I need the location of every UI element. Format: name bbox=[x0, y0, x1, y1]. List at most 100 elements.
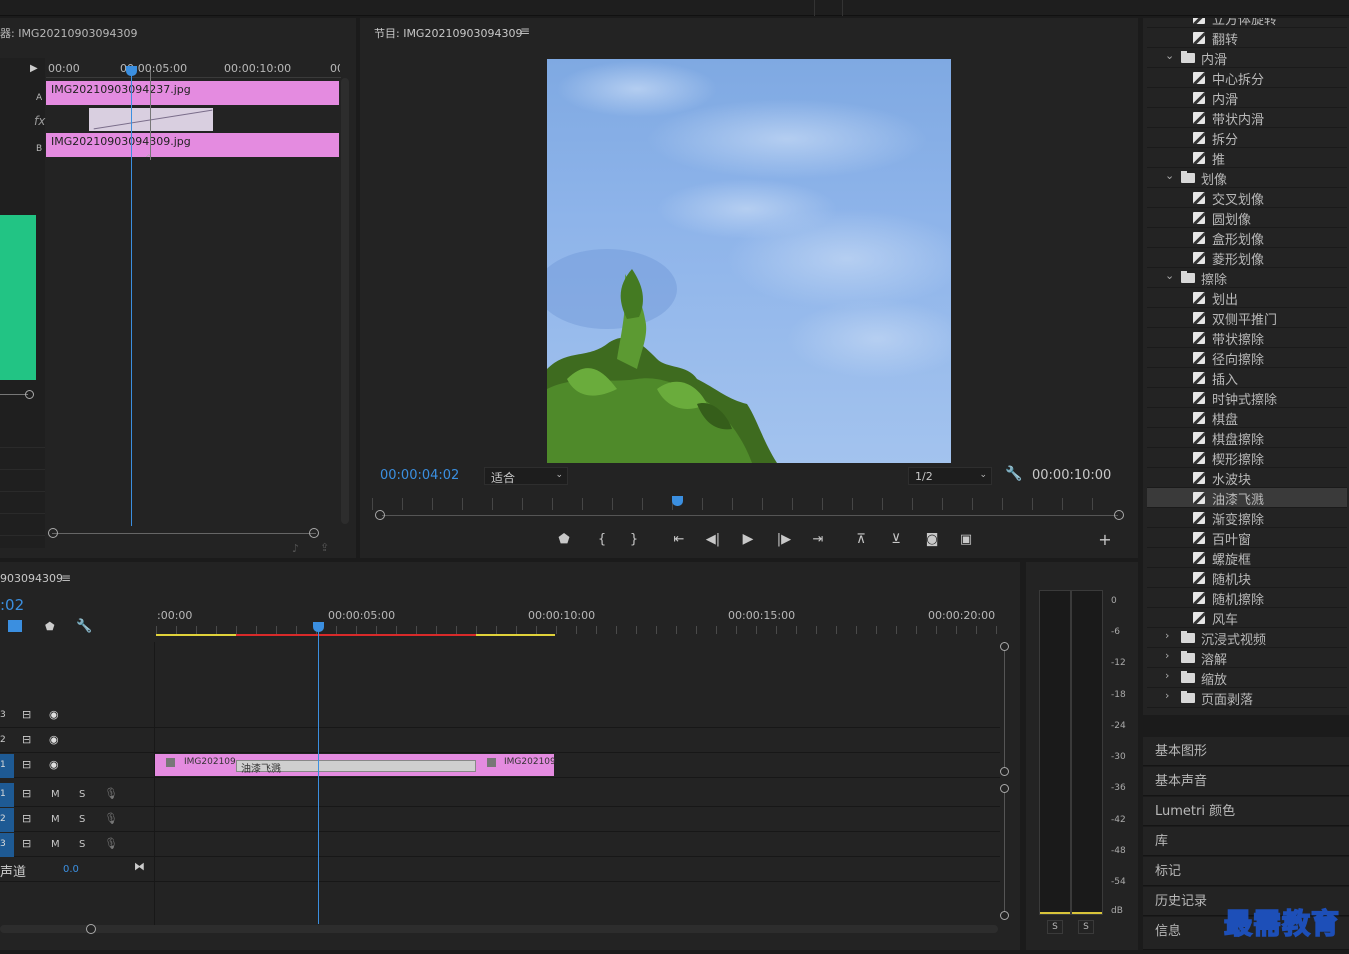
timeline-transition[interactable]: 油漆飞溅 bbox=[236, 760, 476, 775]
timeline-hscroll-handle[interactable] bbox=[86, 924, 96, 934]
effects-item[interactable]: 油漆飞溅 bbox=[1147, 488, 1347, 508]
effects-item[interactable]: 楔形擦除 bbox=[1147, 448, 1347, 468]
eye-icon[interactable]: ◉ bbox=[49, 758, 59, 771]
program-timecode-current[interactable]: 00:00:04:02 bbox=[380, 468, 459, 483]
microphone-icon[interactable]: 🎙 bbox=[104, 812, 118, 825]
resolution-select[interactable]: 1/2 ⌄ bbox=[908, 467, 992, 485]
effects-item[interactable]: 立方体旋转 bbox=[1147, 18, 1347, 28]
effects-item[interactable]: 菱形划像 bbox=[1147, 248, 1347, 268]
effects-folder[interactable]: ⌄ 划像 bbox=[1147, 168, 1347, 188]
effects-item[interactable]: 双侧平推门 bbox=[1147, 308, 1347, 328]
source-clip-a[interactable]: IMG20210903094237.jpg bbox=[46, 81, 339, 105]
effects-item[interactable]: 渐变擦除 bbox=[1147, 508, 1347, 528]
program-title[interactable]: 节目: IMG20210903094309 bbox=[374, 25, 522, 41]
effects-item[interactable]: 棋盘擦除 bbox=[1147, 428, 1347, 448]
vscroll-track-audio[interactable] bbox=[1004, 793, 1005, 911]
effects-item[interactable]: 随机块 bbox=[1147, 568, 1347, 588]
timeline-ruler-ticks[interactable] bbox=[156, 626, 998, 634]
mark-out-icon[interactable]: } bbox=[626, 531, 642, 547]
eye-icon[interactable]: ◉ bbox=[49, 708, 59, 721]
timeline-playhead-handle[interactable] bbox=[313, 622, 324, 632]
timeline-title[interactable]: 903094309 bbox=[0, 572, 63, 585]
mark-in-icon[interactable]: { bbox=[594, 531, 610, 547]
effects-folder[interactable]: › 页面剥落 bbox=[1147, 688, 1347, 708]
effects-item[interactable]: 中心拆分 bbox=[1147, 68, 1347, 88]
effects-item[interactable]: 推 bbox=[1147, 148, 1347, 168]
effects-item[interactable]: 划出 bbox=[1147, 288, 1347, 308]
sync-lock-icon[interactable]: ⊟ bbox=[22, 837, 31, 850]
microphone-icon[interactable]: 🎙 bbox=[104, 787, 118, 800]
effects-item[interactable]: 内滑 bbox=[1147, 88, 1347, 108]
audio-track-1[interactable] bbox=[0, 783, 1000, 807]
sync-lock-icon[interactable]: ⊟ bbox=[22, 733, 31, 746]
left-slider-handle[interactable] bbox=[25, 390, 34, 399]
vscroll-handle-top[interactable] bbox=[1000, 642, 1009, 651]
effects-item[interactable]: 径向擦除 bbox=[1147, 348, 1347, 368]
microphone-icon[interactable]: 🎙 bbox=[104, 837, 118, 850]
audio-track-3[interactable] bbox=[0, 833, 1000, 857]
sync-lock-icon[interactable]: ⊟ bbox=[22, 787, 31, 800]
mute-button[interactable]: M bbox=[51, 814, 60, 825]
video-track-2[interactable] bbox=[0, 729, 1000, 753]
effects-item[interactable]: 时钟式擦除 bbox=[1147, 388, 1347, 408]
source-panel-title[interactable]: 器: IMG20210903094309 bbox=[0, 25, 137, 41]
chevron-down-icon[interactable]: ⌄ bbox=[1165, 49, 1174, 62]
effects-folder[interactable]: › 溶解 bbox=[1147, 648, 1347, 668]
sync-lock-icon[interactable]: ⊟ bbox=[22, 812, 31, 825]
effects-item[interactable]: 螺旋框 bbox=[1147, 548, 1347, 568]
effects-item[interactable]: 水波块 bbox=[1147, 468, 1347, 488]
marker-icon[interactable]: ⬟ bbox=[556, 531, 572, 547]
lift-icon[interactable]: ⊼ bbox=[851, 531, 871, 547]
wrench-icon[interactable]: 🔧 bbox=[1005, 466, 1022, 482]
program-menu-icon[interactable]: ≡ bbox=[520, 24, 530, 38]
chevron-right-icon[interactable]: › bbox=[1165, 689, 1169, 702]
effects-item[interactable]: 盒形划像 bbox=[1147, 228, 1347, 248]
solo-button[interactable]: S bbox=[79, 839, 85, 850]
side-panel-basic-graphics[interactable]: 基本图形 bbox=[1143, 737, 1349, 766]
effects-item[interactable]: 百叶窗 bbox=[1147, 528, 1347, 548]
mute-button[interactable]: M bbox=[51, 839, 60, 850]
program-video-frame[interactable] bbox=[547, 59, 951, 463]
source-hscroll-right-handle[interactable] bbox=[309, 528, 319, 538]
program-playhead-handle[interactable] bbox=[672, 496, 683, 506]
audio-track-2[interactable] bbox=[0, 808, 1000, 832]
side-panel-lumetri[interactable]: Lumetri 颜色 bbox=[1143, 797, 1349, 826]
source-hscroll-track[interactable] bbox=[52, 533, 316, 534]
play-icon[interactable]: ▶ bbox=[740, 531, 756, 547]
effects-item[interactable]: 圆划像 bbox=[1147, 208, 1347, 228]
chevron-down-icon[interactable]: ⌄ bbox=[1165, 169, 1174, 182]
meter-right-solo[interactable]: S bbox=[1078, 920, 1094, 934]
compare-view-icon[interactable]: ▣ bbox=[956, 531, 976, 547]
sync-lock-icon[interactable]: ⊟ bbox=[22, 758, 31, 771]
effects-item[interactable]: 随机擦除 bbox=[1147, 588, 1347, 608]
timeline-hscroll-track[interactable] bbox=[0, 925, 998, 933]
side-panel-markers[interactable]: 标记 bbox=[1143, 857, 1349, 886]
export-icon[interactable]: ⇪ bbox=[320, 541, 329, 554]
go-to-out-icon[interactable]: ⇥ bbox=[809, 531, 827, 547]
effects-folder[interactable]: ⌄ 内滑 bbox=[1147, 48, 1347, 68]
source-hscroll-left-handle[interactable] bbox=[48, 528, 58, 538]
vscroll-handle-audio-top[interactable] bbox=[1000, 784, 1009, 793]
transition-block[interactable] bbox=[89, 108, 213, 131]
sync-lock-icon[interactable]: ⊟ bbox=[22, 708, 31, 721]
master-pan-icon[interactable]: ⧓ bbox=[134, 860, 145, 873]
chevron-right-icon[interactable]: › bbox=[1165, 649, 1169, 662]
effects-folder[interactable]: › 缩放 bbox=[1147, 668, 1347, 688]
program-ruler[interactable] bbox=[372, 498, 1120, 510]
program-scrub-left-handle[interactable] bbox=[375, 510, 385, 520]
chevron-right-icon[interactable]: › bbox=[1165, 669, 1169, 682]
timeline-wrench-icon[interactable]: 🔧 bbox=[76, 619, 92, 634]
chevron-down-icon[interactable]: ⌄ bbox=[1165, 269, 1174, 282]
solo-button[interactable]: S bbox=[79, 789, 85, 800]
effects-item[interactable]: 带状内滑 bbox=[1147, 108, 1347, 128]
chevron-right-icon[interactable]: › bbox=[1165, 629, 1169, 642]
snap-icon[interactable] bbox=[8, 620, 22, 632]
timeline-menu-icon[interactable]: ≡ bbox=[61, 571, 71, 585]
timeline-timecode[interactable]: :02 bbox=[0, 596, 24, 614]
go-to-in-icon[interactable]: ⇤ bbox=[670, 531, 688, 547]
master-track-value[interactable]: 0.0 bbox=[63, 864, 79, 875]
fit-select[interactable]: 适合 ⌄ bbox=[484, 467, 568, 485]
mute-button[interactable]: M bbox=[51, 789, 60, 800]
side-panel-basic-sound[interactable]: 基本声音 bbox=[1143, 767, 1349, 796]
source-vscrollbar[interactable] bbox=[341, 78, 349, 524]
